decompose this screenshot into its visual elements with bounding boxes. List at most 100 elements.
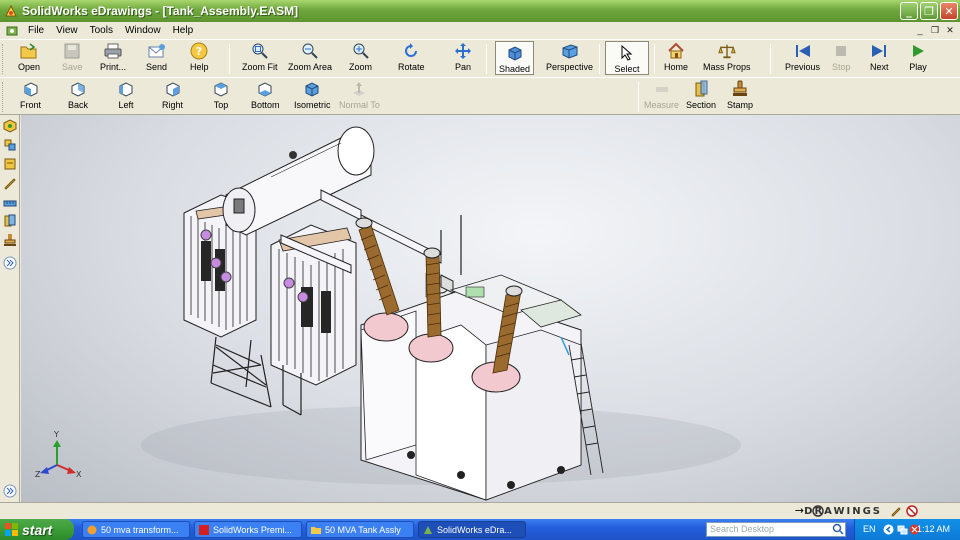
help-icon: ? — [190, 42, 208, 60]
components-tab-icon[interactable] — [3, 119, 17, 133]
document-icon[interactable] — [6, 25, 18, 37]
sheets-tab-icon[interactable] — [3, 157, 17, 171]
zoom-area-icon — [301, 42, 319, 60]
section-tab-icon[interactable] — [3, 214, 17, 228]
taskbar-item-edrawings[interactable]: SolidWorks eDra... — [418, 521, 526, 538]
perspective-button[interactable]: Perspective — [546, 42, 593, 72]
pan-arrows-icon — [454, 42, 472, 60]
taskbar-item-word-document[interactable]: 50 mva transform... — [82, 521, 190, 538]
taskbar-item-solidworks-premium[interactable]: SolidWorks Premi... — [194, 521, 302, 538]
toolbar-grip[interactable] — [2, 44, 5, 74]
configurations-tab-icon[interactable] — [3, 138, 17, 152]
previous-icon — [794, 42, 812, 60]
measure-button[interactable]: Measure — [644, 80, 679, 110]
bottom-view-cube-icon — [256, 80, 274, 98]
zoom-fit-button[interactable]: Zoom Fit — [242, 42, 278, 72]
triad-z-label: Z — [35, 470, 41, 479]
windows-taskbar: start 50 mva transform... SolidWorks Pre… — [0, 519, 960, 540]
bottom-view-button[interactable]: Bottom — [251, 80, 280, 110]
folder-open-icon — [20, 42, 38, 60]
menu-view[interactable]: View — [50, 25, 84, 36]
envelope-icon — [148, 42, 166, 60]
menu-window[interactable]: Window — [119, 25, 167, 36]
network-icon[interactable] — [897, 524, 908, 535]
doc-restore-button[interactable]: ❐ — [929, 24, 941, 36]
edrawings-app-icon[interactable] — [4, 4, 18, 18]
model-viewport[interactable]: Y X Z — [21, 115, 960, 502]
taskbar-item-folder[interactable]: 50 MVA Tank Assly — [306, 521, 414, 538]
restore-button[interactable]: ❐ — [920, 2, 938, 20]
stamp-icon — [731, 80, 749, 98]
pan-button[interactable]: Pan — [454, 42, 472, 72]
section-button[interactable]: Section — [686, 80, 716, 110]
menu-bar: File View Tools Window Help _ ❐ ✕ — [0, 22, 960, 39]
doc-minimize-button[interactable]: _ — [914, 24, 926, 36]
isometric-view-button[interactable]: Isometric — [294, 80, 331, 110]
back-view-button[interactable]: Back — [68, 80, 88, 110]
previous-button[interactable]: Previous — [785, 42, 820, 72]
menu-tools[interactable]: Tools — [84, 25, 119, 36]
back-arrow-icon[interactable] — [883, 524, 894, 535]
left-view-button[interactable]: Left — [117, 80, 135, 110]
expand-panel-chevron-icon[interactable] — [3, 256, 17, 270]
open-button[interactable]: Open — [18, 42, 40, 72]
svg-text:?: ? — [196, 45, 202, 58]
menu-file[interactable]: File — [22, 25, 50, 36]
search-icon[interactable] — [832, 523, 844, 535]
windows-flag-icon — [5, 523, 18, 536]
stamp-tab-icon[interactable] — [3, 233, 17, 247]
select-button[interactable]: Select — [605, 41, 649, 75]
clock[interactable]: 1:12 AM — [917, 524, 950, 534]
front-view-cube-icon — [22, 80, 40, 98]
triad-x-label: X — [76, 470, 82, 479]
edrawings-brand: DRAWINGS — [804, 506, 882, 517]
desktop-search-input[interactable]: Search Desktop — [706, 522, 846, 537]
pencil-icon[interactable] — [890, 505, 902, 517]
right-view-cube-icon — [164, 80, 182, 98]
system-tray: EN 1:12 AM — [854, 519, 960, 540]
cursor-arrow-icon — [618, 44, 636, 62]
mass-props-button[interactable]: Mass Props — [703, 42, 751, 72]
window-title: SolidWorks eDrawings - [Tank_Assembly.EA… — [22, 4, 299, 18]
language-indicator[interactable]: EN — [863, 524, 876, 534]
measure-tab-icon[interactable] — [3, 195, 17, 209]
normal-to-button[interactable]: Normal To — [339, 80, 380, 110]
normal-to-icon — [350, 80, 368, 98]
send-button[interactable]: Send — [146, 42, 167, 72]
main-toolbar: Open Save Print... Send ? Help Zoom Fit … — [0, 39, 960, 77]
print-button[interactable]: Print... — [100, 42, 126, 72]
right-view-button[interactable]: Right — [162, 80, 183, 110]
title-bar: SolidWorks eDrawings - [Tank_Assembly.EA… — [0, 0, 960, 22]
rotate-button[interactable]: Rotate — [398, 42, 425, 72]
start-button[interactable]: start — [0, 519, 74, 540]
zoom-area-button[interactable]: Zoom Area — [288, 42, 332, 72]
minimize-button[interactable]: _ — [900, 2, 918, 20]
toolbar-grip[interactable] — [2, 82, 5, 112]
front-view-button[interactable]: Front — [20, 80, 41, 110]
save-button[interactable]: Save — [62, 42, 83, 72]
play-button[interactable]: Play — [909, 42, 927, 72]
edrawings-icon — [424, 526, 432, 534]
stamp-button[interactable]: Stamp — [727, 80, 753, 110]
conservator-tank — [222, 126, 375, 236]
close-button[interactable]: ✕ — [940, 2, 958, 20]
expand-panel-chevron-icon[interactable] — [3, 484, 17, 498]
menu-help[interactable]: Help — [167, 25, 200, 36]
printer-icon — [104, 42, 122, 60]
zoom-button[interactable]: Zoom — [349, 42, 372, 72]
next-button[interactable]: Next — [870, 42, 889, 72]
views-toolbar: Front Back Left Right Top Bottom Isometr… — [0, 77, 960, 115]
play-icon — [909, 42, 927, 60]
help-button[interactable]: ? Help — [190, 42, 209, 72]
markup-tab-icon[interactable] — [3, 176, 17, 190]
status-bar: → DRAWINGS — [0, 502, 960, 519]
shaded-button[interactable]: Shaded — [495, 41, 535, 75]
next-icon — [870, 42, 888, 60]
no-entry-icon[interactable] — [906, 505, 918, 517]
folder-icon — [311, 527, 321, 534]
home-button[interactable]: Home — [664, 42, 688, 72]
top-view-button[interactable]: Top — [212, 80, 230, 110]
isometric-cube-icon — [303, 80, 321, 98]
doc-close-button[interactable]: ✕ — [944, 24, 956, 36]
stop-button[interactable]: Stop — [832, 42, 851, 72]
